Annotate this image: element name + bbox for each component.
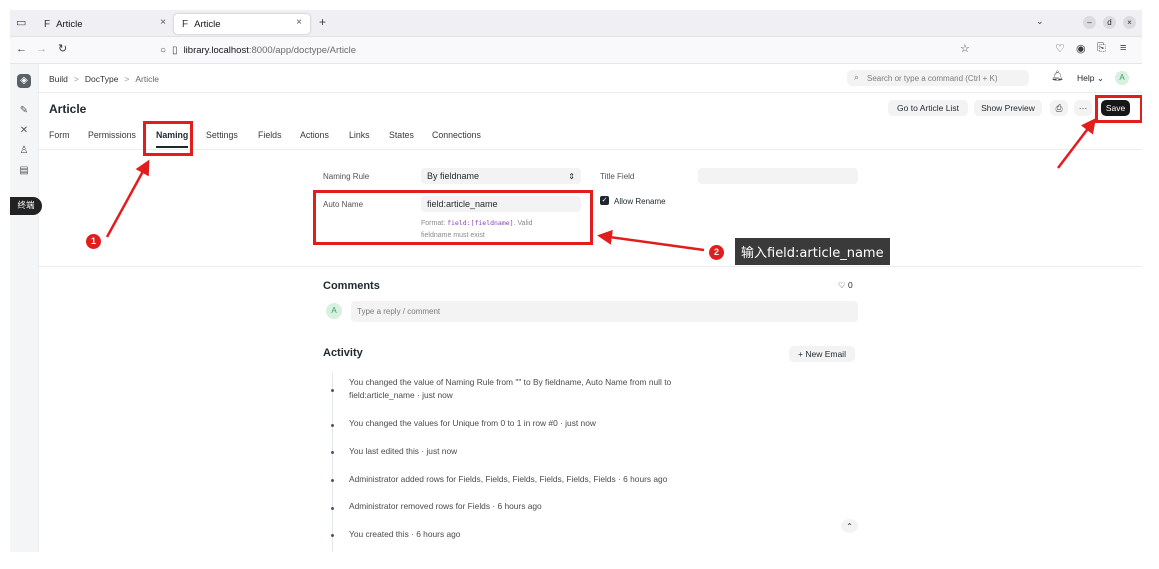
- arrow-to-auto-name: [597, 229, 705, 252]
- annotation-arrows: [105, 118, 1097, 252]
- arrow-to-naming-tab: [105, 159, 150, 238]
- browser-window: ▭ F Article × F Article × + ⌄ – d × ← → …: [10, 10, 1142, 552]
- arrow-to-save: [1057, 118, 1097, 169]
